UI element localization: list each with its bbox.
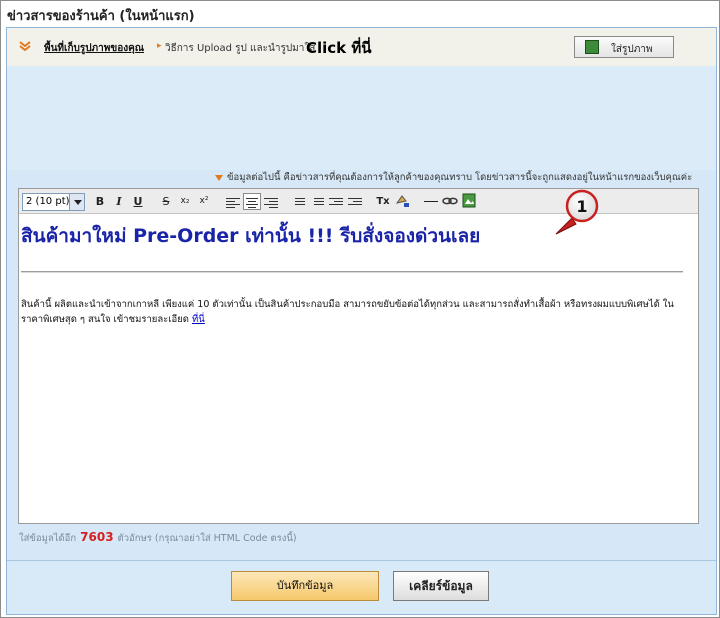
char-counter: ใส่ข้อมูลได้อีก 7603 ตัวอักษร (กรุณาอย่าใส… [19,530,297,546]
indent-icon[interactable] [346,193,364,210]
notice-label: ข้อมูลต่อไปนี้ คือข่าวสารที่คุณต้องการให… [227,172,693,183]
insert-image-button[interactable]: ใส่รูปภาพ [574,36,674,58]
counter-prefix: ใส่ข้อมูลได้อีก [19,533,77,544]
superscript-button[interactable]: x² [195,193,213,210]
insert-image-label: ใส่รูปภาพ [611,44,653,55]
subscript-button[interactable]: x₂ [176,193,194,210]
clear-button[interactable]: เคลียร์ข้อมูล [393,571,489,601]
strikethrough-button[interactable]: S [157,193,175,210]
news-editor-window: ข่าวสารของร้านค้า (ในหน้าแรก) พื้นที่เก็… [0,0,720,618]
font-size-value: 2 (10 pt) [26,196,70,207]
news-body: สินค้านี้ ผลิตและนำเข้าจากเกาหลี เพียงแค… [21,297,685,327]
action-bar: บันทึกข้อมูล เคลียร์ข้อมูล [7,560,716,614]
image-upload-area[interactable] [7,66,716,170]
click-here-link[interactable]: Click ที่นี่ [306,36,372,60]
italic-button[interactable]: I [110,193,128,210]
font-size-select[interactable]: 2 (10 pt) [22,193,85,211]
horizontal-rule-icon[interactable] [422,193,440,210]
details-link[interactable]: ที่นี่ [192,314,205,325]
dropdown-arrow-icon[interactable] [69,194,84,210]
align-center-icon[interactable] [243,193,261,210]
align-left-icon[interactable] [224,193,242,210]
editor-content[interactable]: สินค้ามาใหม่ Pre-Order เท่านั้น !!! รีบส… [19,215,698,523]
callout-number: 1 [576,197,587,216]
info-bar: พื้นที่เก็บรูปภาพของคุณ ▸ วิธีการ Upload… [7,28,716,66]
link-icon[interactable] [441,193,459,210]
numbered-list-icon[interactable] [289,193,307,210]
outdent-icon[interactable] [327,193,345,210]
insert-image-icon[interactable] [460,193,478,210]
notice-text: ข้อมูลต่อไปนี้ คือข่าวสารที่คุณต้องการให… [215,170,692,185]
chevron-down-icon [19,41,31,51]
news-body-text: สินค้านี้ ผลิตและนำเข้าจากเกาหลี เพียงแค… [21,299,674,325]
image-icon [585,40,599,54]
bold-button[interactable]: B [91,193,109,210]
triangle-down-icon [215,174,223,181]
news-headline: สินค้ามาใหม่ Pre-Order เท่านั้น !!! รีบส… [21,225,481,247]
bullet-list-icon[interactable] [308,193,326,210]
image-storage-link[interactable]: พื้นที่เก็บรูปภาพของคุณ [44,41,144,56]
save-button[interactable]: บันทึกข้อมูล [231,571,379,601]
counter-value: 7603 [80,530,114,544]
text-color-icon[interactable] [393,193,411,210]
align-right-icon[interactable] [262,193,280,210]
remove-format-button[interactable]: Tx [374,193,392,210]
editor-panel: พื้นที่เก็บรูปภาพของคุณ ▸ วิธีการ Upload… [6,27,717,615]
arrow-right-icon: ▸ [157,41,162,51]
underline-button[interactable]: U [129,193,147,210]
upload-howto-text: วิธีการ Upload รูป และนำรูปมาใส่ [165,43,316,54]
horizontal-rule [21,271,683,273]
counter-suffix: ตัวอักษร (กรุณาอย่าใส่ HTML Code ตรงนี้) [117,533,297,544]
page-title: ข่าวสารของร้านค้า (ในหน้าแรก) [7,9,195,24]
callout-marker-icon: 1 [555,189,599,235]
